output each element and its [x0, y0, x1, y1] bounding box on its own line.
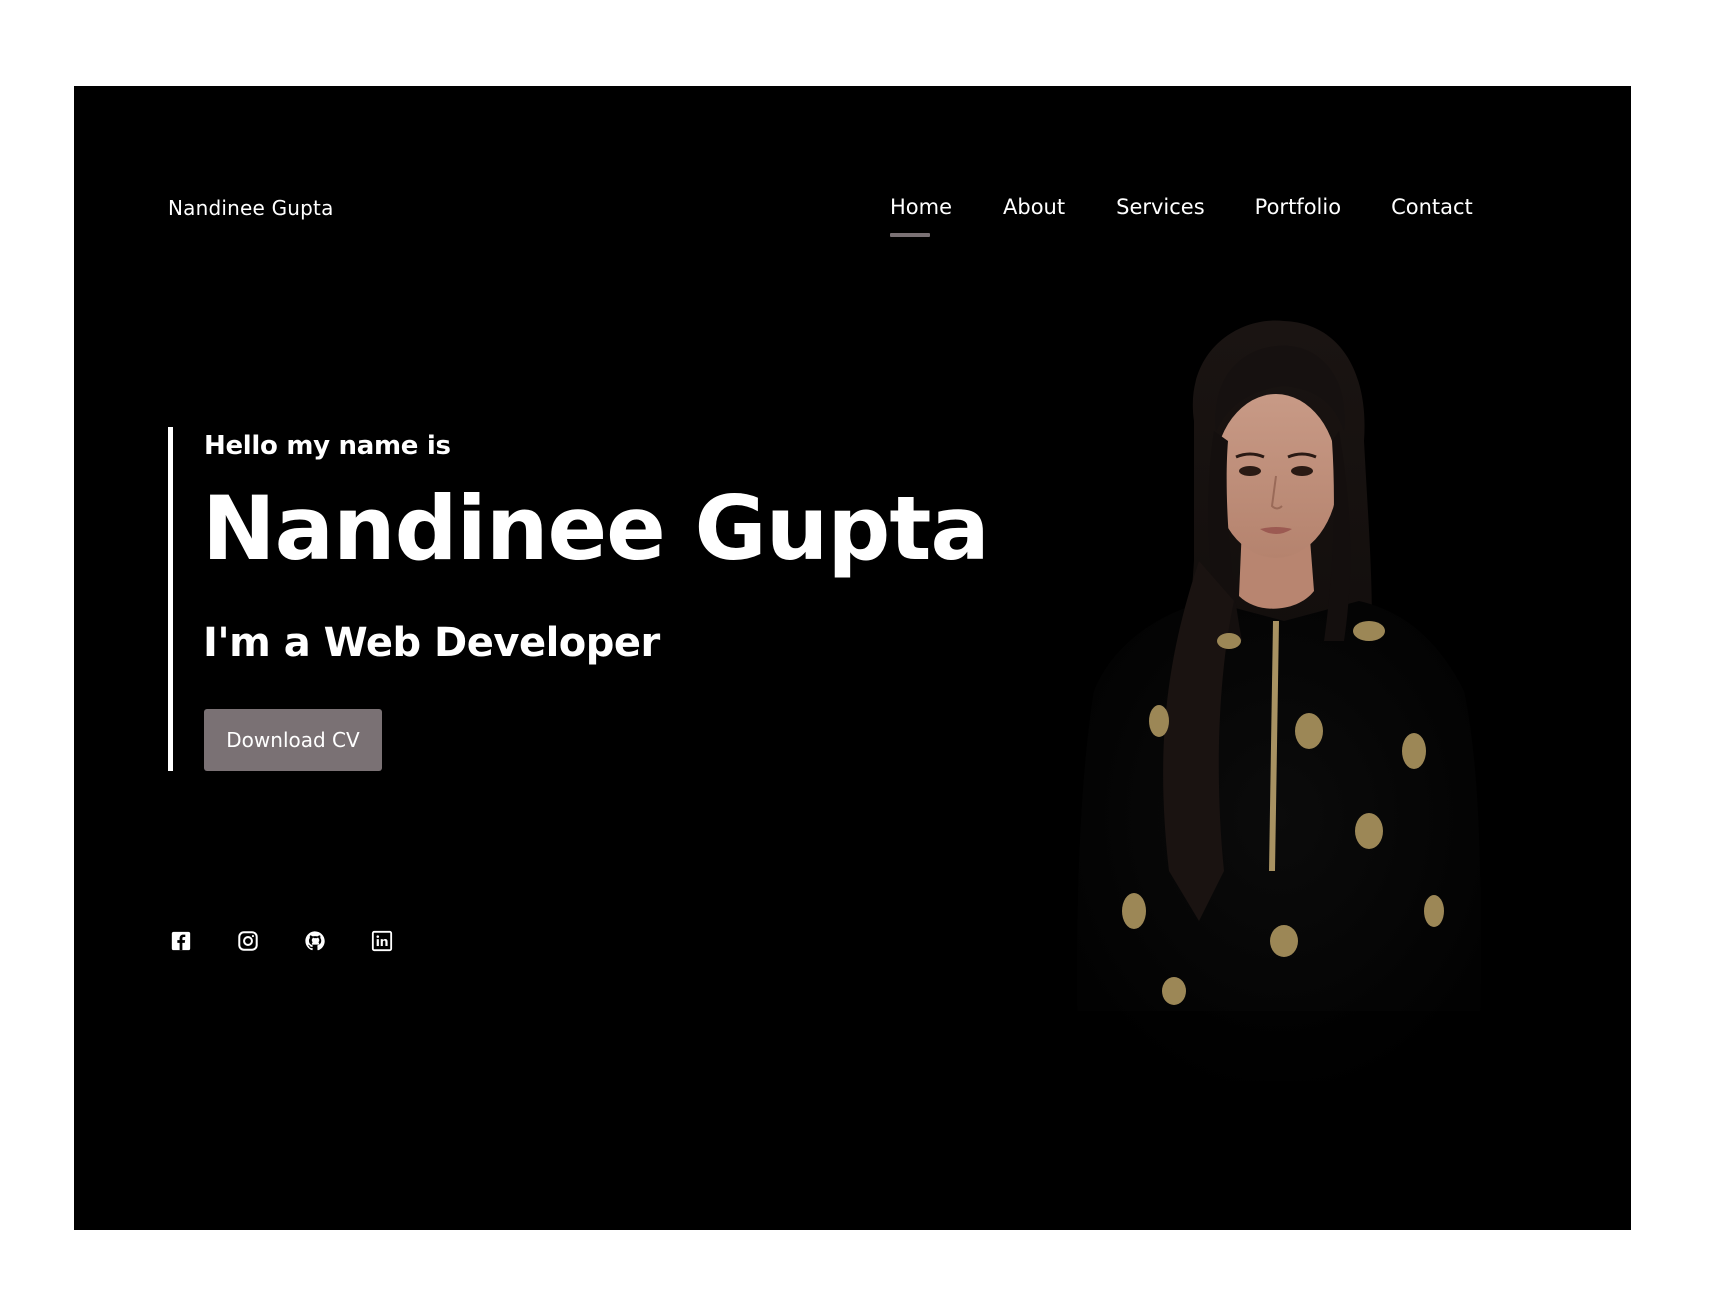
active-underline: [890, 233, 930, 237]
hero-greeting: Hello my name is: [204, 431, 451, 461]
site-brand[interactable]: Nandinee Gupta: [168, 196, 334, 220]
nav-contact[interactable]: Contact: [1391, 195, 1473, 237]
profile-photo: [984, 320, 1504, 1081]
download-cv-button[interactable]: Download CV: [204, 709, 382, 771]
nav-home-label: Home: [890, 195, 953, 219]
nav-contact-label: Contact: [1391, 195, 1473, 219]
hero-role: I'm a Web Developer: [203, 620, 660, 666]
nav-home[interactable]: Home: [890, 195, 952, 237]
nav-about[interactable]: About: [1003, 195, 1065, 237]
nav-portfolio[interactable]: Portfolio: [1255, 195, 1341, 237]
instagram-icon[interactable]: [237, 930, 259, 952]
hero-name: Nandinee Gupta: [202, 477, 990, 580]
github-icon[interactable]: [304, 930, 326, 952]
main-nav: Home About Services Portfolio Contact: [890, 195, 1473, 237]
nav-services-label: Services: [1116, 195, 1205, 219]
nav-services[interactable]: Services: [1116, 195, 1205, 237]
hero-accent-bar: [168, 427, 173, 771]
facebook-icon[interactable]: [170, 930, 192, 952]
social-links: [170, 930, 438, 952]
linkedin-icon[interactable]: [371, 930, 393, 952]
nav-portfolio-label: Portfolio: [1254, 195, 1342, 219]
nav-about-label: About: [1003, 195, 1066, 219]
hero-section: Nandinee Gupta Home About Services Portf…: [74, 86, 1631, 1230]
